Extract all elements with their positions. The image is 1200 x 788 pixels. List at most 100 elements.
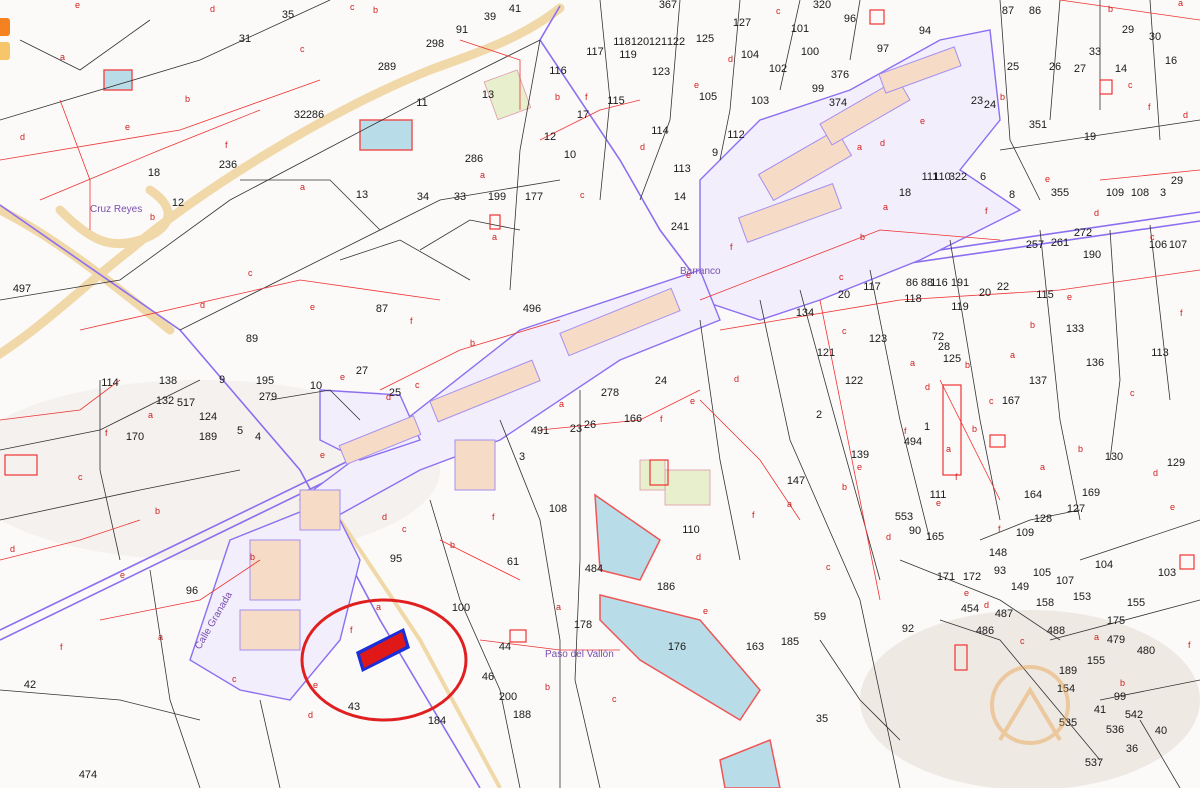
parcel-number-label: 257 <box>1026 239 1044 251</box>
parcel-number-label: 542 <box>1125 709 1143 721</box>
subdivision-letter: a <box>883 202 888 212</box>
parcel-number-label: 200 <box>499 691 517 703</box>
subdivision-letter: a <box>910 358 915 368</box>
subdivision-letter: c <box>826 562 831 572</box>
parcel-number-label: 93 <box>994 565 1006 577</box>
parcel-number-label: 33 <box>454 191 466 203</box>
parcel-number-label: 169 <box>1082 487 1100 499</box>
parcel-number-label: 122 <box>667 36 685 48</box>
subdivision-letter: b <box>470 338 475 348</box>
subdivision-letter: a <box>376 602 381 612</box>
subdivision-letter: e <box>120 570 125 580</box>
subdivision-letter: d <box>696 552 701 562</box>
subdivision-letter: c <box>842 326 847 336</box>
orange-square-icon[interactable] <box>0 18 10 36</box>
cadastral-map[interactable]: Cruz Reyes Barranco Calle Granada Paso d… <box>0 0 1200 788</box>
parcel-number-label: 87 <box>376 303 388 315</box>
parcel-number-label: 13 <box>482 89 494 101</box>
parcel-number-label: 167 <box>1002 395 1020 407</box>
subdivision-letter: d <box>640 142 645 152</box>
parcel-number-label: 103 <box>751 95 769 107</box>
subdivision-letter: e <box>313 680 318 690</box>
parcel-number-label: 125 <box>943 353 961 365</box>
parcel-number-label: 298 <box>426 38 444 50</box>
parcel-number-label: 376 <box>831 69 849 81</box>
parcel-number-label: 23 <box>971 95 983 107</box>
parcel-number-label: 189 <box>1059 665 1077 677</box>
parcel-number-label: 90 <box>909 525 921 537</box>
parcel-number-label: 119 <box>619 49 637 61</box>
parcel-number-label: 116 <box>930 277 948 289</box>
parcel-number-label: 158 <box>1036 597 1054 609</box>
parcel-number-label: 487 <box>995 608 1013 620</box>
parcel-number-label: 46 <box>482 671 494 683</box>
parcel-number-label: 177 <box>525 191 543 203</box>
parcel-number-label: 30 <box>1149 31 1161 43</box>
parcel-number-label: 286 <box>306 109 324 121</box>
subdivision-letter: d <box>200 300 205 310</box>
parcel-number-label: 109 <box>1106 187 1124 199</box>
parcel-number-label: 61 <box>507 556 519 568</box>
parcel-number-label: 121 <box>649 36 667 48</box>
parcel-number-label: 166 <box>624 413 642 425</box>
subdivision-letter: b <box>155 506 160 516</box>
parcel-number-label: 25 <box>1007 61 1019 73</box>
yellow-square-icon[interactable] <box>0 42 10 60</box>
subdivision-letter: b <box>373 5 378 15</box>
subdivision-letter: c <box>612 694 617 704</box>
parcel-number-label: 138 <box>159 375 177 387</box>
parcel-number-label: 164 <box>1024 489 1042 501</box>
subdivision-letter: b <box>860 232 865 242</box>
parcel-number-label: 184 <box>428 715 446 727</box>
subdivision-letter: a <box>559 399 564 409</box>
parcel-number-label: 18 <box>148 167 160 179</box>
subdivision-letter: d <box>10 544 15 554</box>
parcel-number-label: 92 <box>902 623 914 635</box>
parcel-number-label: 367 <box>659 0 677 11</box>
parcel-number-label: 190 <box>1083 249 1101 261</box>
parcel-number-label: 289 <box>378 61 396 73</box>
parcel-number-label: 59 <box>814 611 826 623</box>
parcel-number-label: 114 <box>101 377 119 389</box>
parcel-number-label: 479 <box>1107 634 1125 646</box>
place-label-south-road: Paso del Vallón <box>545 649 614 660</box>
parcel-number-label: 29 <box>1171 175 1183 187</box>
parcel-number-label: 178 <box>574 619 592 631</box>
subdivision-letter: d <box>984 600 989 610</box>
subdivision-letter: d <box>886 532 891 542</box>
parcel-number-label: 100 <box>801 46 819 58</box>
subdivision-letter: b <box>1000 92 1005 102</box>
subdivision-letter: d <box>925 382 930 392</box>
parcel-number-label: 497 <box>13 283 31 295</box>
hill-shading <box>860 610 1200 788</box>
parcel-number-label: 121 <box>817 347 835 359</box>
subdivision-letter: c <box>839 272 844 282</box>
parcel-number-label: 117 <box>863 281 881 293</box>
subdivision-letter: b <box>150 212 155 222</box>
parcel-number-label: 26 <box>584 419 596 431</box>
parcel-number-label: 1 <box>924 421 930 433</box>
parcel-number-label: 18 <box>899 187 911 199</box>
parcel-number-label: 494 <box>904 436 922 448</box>
parcel-number-label: 454 <box>961 603 979 615</box>
parcel-number-label: 33 <box>1089 46 1101 58</box>
parcel-number-label: 12 <box>172 197 184 209</box>
parcel-number-label: 112 <box>727 129 745 141</box>
subdivision-letter: e <box>857 462 862 472</box>
parcel-number-label: 188 <box>513 709 531 721</box>
parcel-number-label: 133 <box>1066 323 1084 335</box>
parcel-number-label: 24 <box>984 99 996 111</box>
subdivision-letter: a <box>1094 632 1099 642</box>
subdivision-letter: d <box>1183 110 1188 120</box>
subdivision-letter: c <box>776 6 781 16</box>
parcel-number-label: 96 <box>186 585 198 597</box>
parcel-number-label: 107 <box>1169 239 1187 251</box>
parcel-number-label: 34 <box>417 191 429 203</box>
parcel-number-label: 480 <box>1137 645 1155 657</box>
parcel-number-label: 42 <box>24 679 36 691</box>
subdivision-letter: b <box>972 424 977 434</box>
parcel-number-label: 14 <box>1115 63 1127 75</box>
parcel-number-label: 165 <box>926 531 944 543</box>
subdivision-letter: c <box>350 2 355 12</box>
parcel-number-label: 14 <box>674 191 686 203</box>
